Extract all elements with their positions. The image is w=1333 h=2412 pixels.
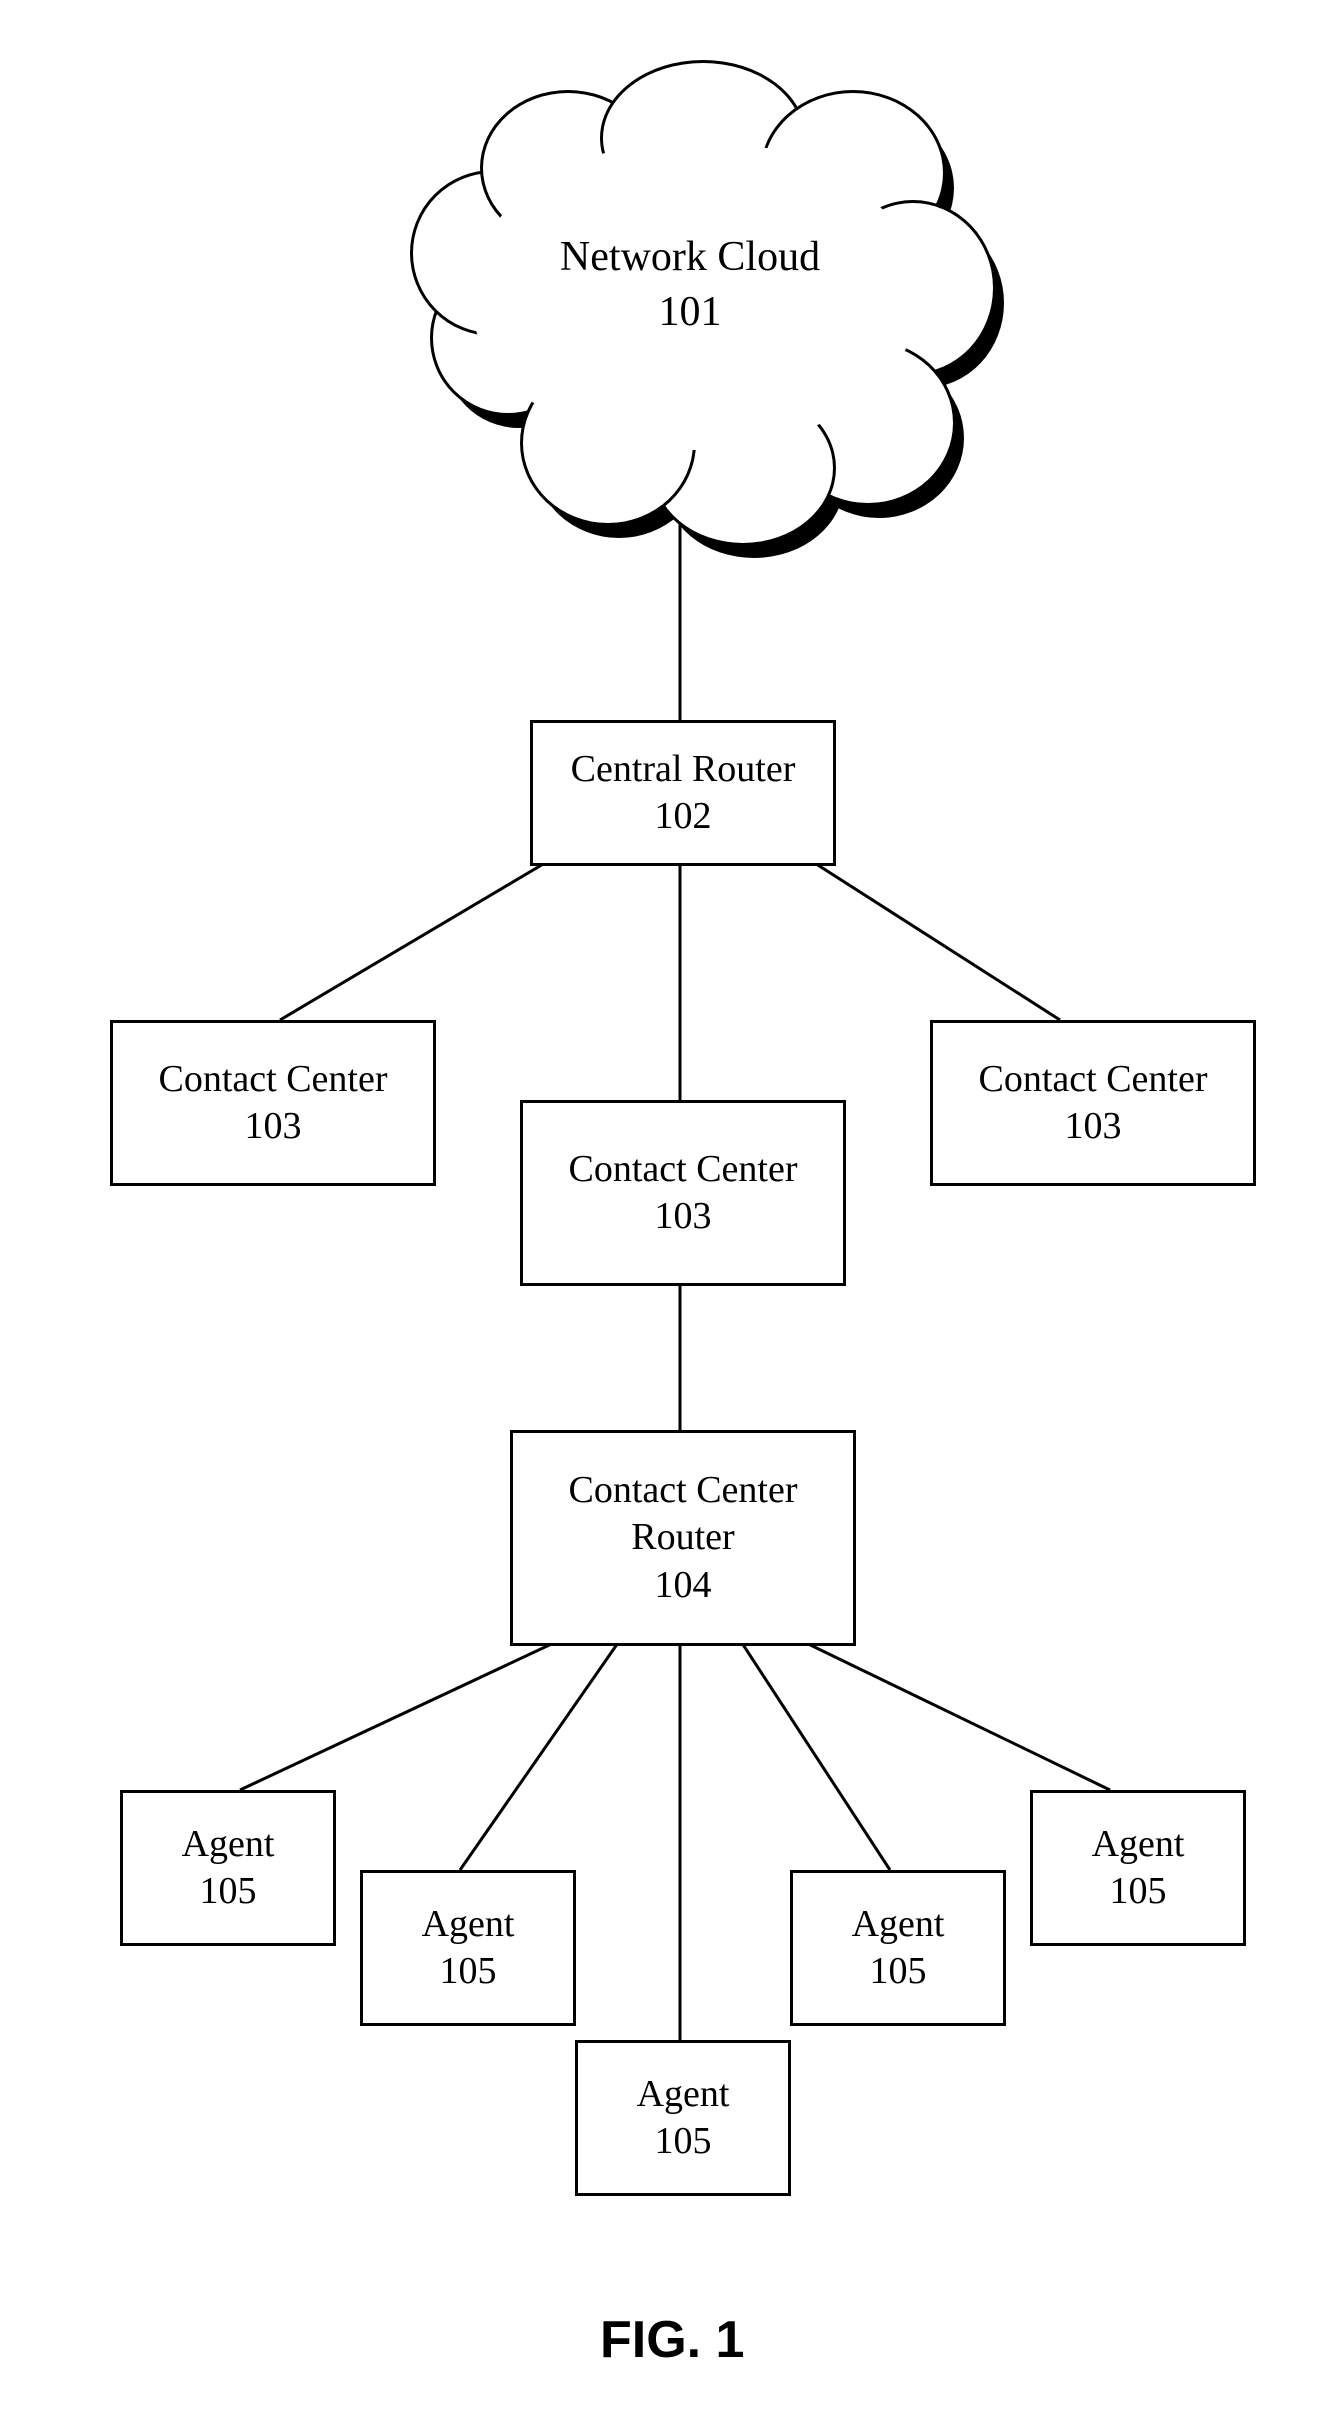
central-router-node: Central Router 102: [530, 720, 836, 866]
contact-center-mid-label: Contact Center: [569, 1146, 798, 1194]
central-router-label: Central Router: [571, 746, 796, 794]
network-cloud-node: .cloud-shadow { transform: translate(14p…: [400, 60, 980, 520]
agent-4-node: Agent 105: [790, 1870, 1006, 2026]
diagram-canvas: .cloud-shadow { transform: translate(14p…: [0, 0, 1333, 2412]
contact-center-left-node: Contact Center 103: [110, 1020, 436, 1186]
contact-center-mid-num: 103: [655, 1193, 712, 1241]
contact-center-left-num: 103: [245, 1103, 302, 1151]
network-cloud-label-group: Network Cloud 101: [400, 230, 980, 339]
agent-2-label: Agent: [422, 1901, 515, 1949]
contact-center-right-label: Contact Center: [979, 1056, 1208, 1104]
cc-router-node: Contact Center Router 104: [510, 1430, 856, 1646]
agent-2-node: Agent 105: [360, 1870, 576, 2026]
agent-1-node: Agent 105: [120, 1790, 336, 1946]
agent-5-label: Agent: [1092, 1821, 1185, 1869]
agent-5-num: 105: [1110, 1868, 1167, 1916]
network-cloud-num: 101: [400, 285, 980, 340]
contact-center-right-num: 103: [1065, 1103, 1122, 1151]
cc-router-num: 104: [655, 1562, 712, 1610]
cc-router-label: Contact Center Router: [543, 1467, 823, 1562]
contact-center-mid-node: Contact Center 103: [520, 1100, 846, 1286]
contact-center-left-label: Contact Center: [159, 1056, 388, 1104]
network-cloud-label: Network Cloud: [400, 230, 980, 285]
agent-1-num: 105: [200, 1868, 257, 1916]
agent-3-node: Agent 105: [575, 2040, 791, 2196]
agent-1-label: Agent: [182, 1821, 275, 1869]
agent-2-num: 105: [440, 1948, 497, 1996]
agent-3-label: Agent: [637, 2071, 730, 2119]
central-router-num: 102: [655, 793, 712, 841]
figure-label: FIG. 1: [600, 2310, 744, 2370]
agent-4-label: Agent: [852, 1901, 945, 1949]
agent-5-node: Agent 105: [1030, 1790, 1246, 1946]
contact-center-right-node: Contact Center 103: [930, 1020, 1256, 1186]
agent-3-num: 105: [655, 2118, 712, 2166]
agent-4-num: 105: [870, 1948, 927, 1996]
